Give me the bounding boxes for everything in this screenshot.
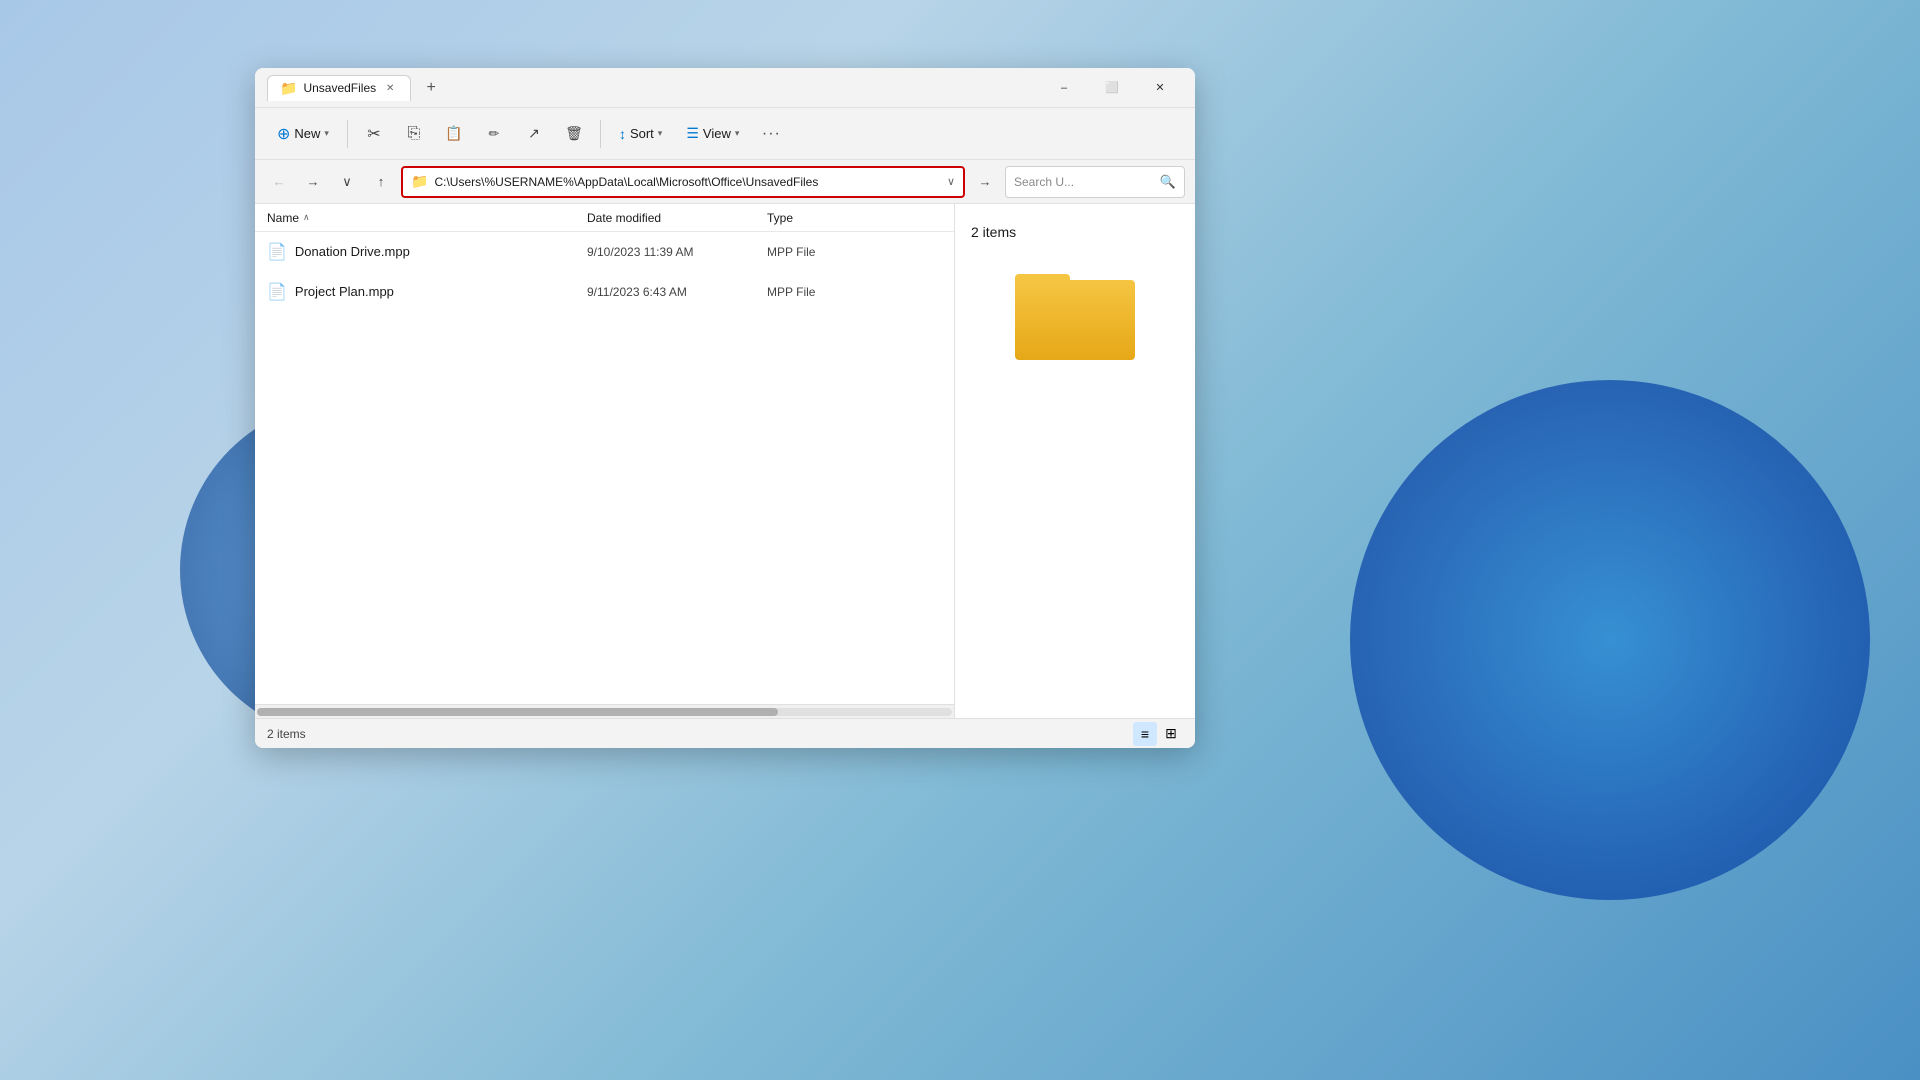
sort-button[interactable]: ↕ Sort ▾ xyxy=(609,120,672,148)
preview-count: 2 items xyxy=(971,224,1016,240)
title-bar-left: 📁 UnsavedFiles ✕ + xyxy=(267,74,1041,102)
up-button[interactable]: ↑ xyxy=(367,168,395,196)
sort-chevron-icon: ▾ xyxy=(658,128,663,139)
file-icon-0: 📄 xyxy=(267,242,287,262)
toolbar-separator-1 xyxy=(347,120,348,148)
new-tab-button[interactable]: + xyxy=(417,74,445,102)
content-area: Name ∧ Date modified Type 📄 Donation Dri… xyxy=(255,204,1195,718)
maximize-button[interactable]: ⬜ xyxy=(1089,72,1135,104)
toolbar: ⊕ New ▾ ✂ ⎘ 📋 ✏ ↗ 🗑 ↕ Sort ▾ ☰ View ▾ ··… xyxy=(255,108,1195,160)
address-bar[interactable]: 📁 C:\Users\%USERNAME%\AppData\Local\Micr… xyxy=(401,166,965,198)
file-type-0: MPP File xyxy=(767,245,887,259)
file-rows: 📄 Donation Drive.mpp 9/10/2023 11:39 AM … xyxy=(255,232,954,704)
preview-panel: 2 items xyxy=(955,204,1195,718)
view-icon: ☰ xyxy=(686,125,699,142)
rename-button[interactable]: ✏ xyxy=(476,116,512,152)
search-box[interactable]: Search U... 🔍 xyxy=(1005,166,1185,198)
file-name-0: Donation Drive.mpp xyxy=(295,244,410,259)
list-view-button[interactable]: ≡ xyxy=(1133,722,1157,746)
file-icon-1: 📄 xyxy=(267,282,287,302)
file-row-name-1: 📄 Project Plan.mpp xyxy=(267,282,587,302)
new-chevron-icon: ▾ xyxy=(324,128,329,139)
recent-locations-button[interactable]: ∨ xyxy=(333,168,361,196)
tab-folder-icon: 📁 xyxy=(280,80,297,97)
addressbar-row: ← → ∨ ↑ 📁 C:\Users\%USERNAME%\AppData\Lo… xyxy=(255,160,1195,204)
status-bar: 2 items ≡ ⊞ xyxy=(255,718,1195,748)
file-explorer-window: 📁 UnsavedFiles ✕ + – ⬜ ✕ ⊕ New ▾ ✂ ⎘ 📋 ✏… xyxy=(255,68,1195,748)
type-column-header[interactable]: Type xyxy=(767,211,887,225)
close-button[interactable]: ✕ xyxy=(1137,72,1183,104)
table-row[interactable]: 📄 Donation Drive.mpp 9/10/2023 11:39 AM … xyxy=(255,232,954,272)
column-headers: Name ∧ Date modified Type xyxy=(255,204,954,232)
file-name-1: Project Plan.mpp xyxy=(295,284,394,299)
folder-body xyxy=(1015,280,1135,360)
new-button[interactable]: ⊕ New ▾ xyxy=(267,118,339,150)
window-controls: – ⬜ ✕ xyxy=(1041,72,1183,104)
address-folder-icon: 📁 xyxy=(411,173,428,190)
view-label: View xyxy=(703,126,731,141)
file-date-1: 9/11/2023 6:43 AM xyxy=(587,285,767,299)
toolbar-separator-2 xyxy=(600,120,601,148)
table-row[interactable]: 📄 Project Plan.mpp 9/11/2023 6:43 AM MPP… xyxy=(255,272,954,312)
scrollbar-thumb[interactable] xyxy=(257,708,778,716)
name-sort-arrow: ∧ xyxy=(303,212,310,223)
address-go-button[interactable]: → xyxy=(971,168,999,196)
sort-label: Sort xyxy=(630,126,654,141)
cut-button[interactable]: ✂ xyxy=(356,116,392,152)
back-button[interactable]: ← xyxy=(265,168,293,196)
forward-button[interactable]: → xyxy=(299,168,327,196)
window-tab[interactable]: 📁 UnsavedFiles ✕ xyxy=(267,75,411,101)
delete-button[interactable]: 🗑 xyxy=(556,116,592,152)
new-label: New xyxy=(294,126,320,141)
copy-button[interactable]: ⎘ xyxy=(396,116,432,152)
view-button[interactable]: ☰ View ▾ xyxy=(676,119,749,148)
date-column-header[interactable]: Date modified xyxy=(587,211,767,225)
address-dropdown-icon: ∨ xyxy=(947,175,955,188)
minimize-button[interactable]: – xyxy=(1041,72,1087,104)
file-list-panel: Name ∧ Date modified Type 📄 Donation Dri… xyxy=(255,204,955,718)
address-path: C:\Users\%USERNAME%\AppData\Local\Micros… xyxy=(434,175,941,189)
scrollbar-track xyxy=(257,708,952,716)
view-toggle: ≡ ⊞ xyxy=(1133,722,1183,746)
new-icon: ⊕ xyxy=(277,124,290,144)
preview-folder-icon xyxy=(1015,260,1135,360)
more-options-button[interactable]: ··· xyxy=(753,116,789,152)
title-bar: 📁 UnsavedFiles ✕ + – ⬜ ✕ xyxy=(255,68,1195,108)
tab-title: UnsavedFiles xyxy=(303,81,376,95)
name-column-header[interactable]: Name ∧ xyxy=(267,211,587,225)
grid-view-button[interactable]: ⊞ xyxy=(1159,722,1183,746)
share-button[interactable]: ↗ xyxy=(516,116,552,152)
search-placeholder-text: Search U... xyxy=(1014,175,1074,189)
search-icon: 🔍 xyxy=(1160,174,1176,190)
file-row-name-0: 📄 Donation Drive.mpp xyxy=(267,242,587,262)
file-date-0: 9/10/2023 11:39 AM xyxy=(587,245,767,259)
tab-close-button[interactable]: ✕ xyxy=(382,80,398,96)
status-count: 2 items xyxy=(267,727,306,741)
view-chevron-icon: ▾ xyxy=(735,128,740,139)
sort-icon: ↕ xyxy=(619,126,626,142)
horizontal-scrollbar[interactable] xyxy=(255,704,954,718)
paste-button[interactable]: 📋 xyxy=(436,116,472,152)
file-type-1: MPP File xyxy=(767,285,887,299)
